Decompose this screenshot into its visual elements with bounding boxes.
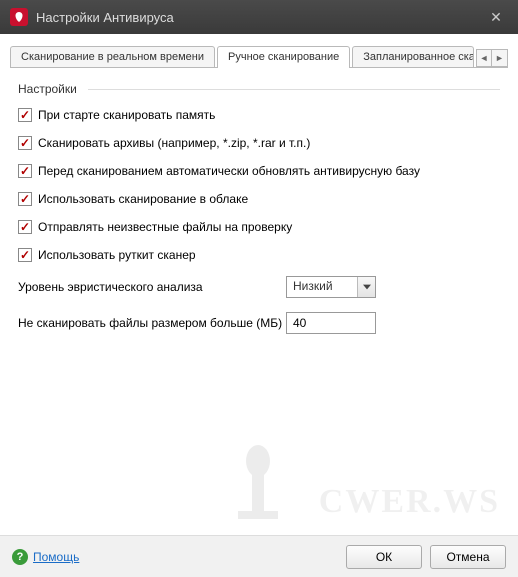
close-button[interactable]: ✕ — [484, 5, 508, 29]
checkbox-scan-memory[interactable] — [18, 108, 32, 122]
ok-button[interactable]: ОК — [346, 545, 422, 569]
tab-scheduled-scan[interactable]: Запланированное сканиров — [352, 46, 474, 67]
check-row-rootkit: Использовать руткит сканер — [18, 248, 500, 262]
label-scan-archives: Сканировать архивы (например, *.zip, *.r… — [38, 136, 310, 150]
tabs-row: Сканирование в реальном времени Ручное с… — [10, 42, 508, 68]
help-link[interactable]: ? Помощь — [12, 549, 79, 565]
select-heuristic-wrap: Низкий — [286, 276, 376, 298]
tab-scroll-right-button[interactable]: ► — [492, 49, 508, 67]
label-submit-unknown: Отправлять неизвестные файлы на проверку — [38, 220, 292, 234]
window-title: Настройки Антивируса — [36, 10, 484, 25]
content-area: Сканирование в реальном времени Ручное с… — [0, 34, 518, 535]
tab-scroll-controls: ◄ ► — [476, 49, 508, 67]
check-row-scan-memory: При старте сканировать память — [18, 108, 500, 122]
check-row-update-db: Перед сканированием автоматически обновл… — [18, 164, 500, 178]
label-cloud-scan: Использовать сканирование в облаке — [38, 192, 248, 206]
label-max-file-size: Не сканировать файлы размером больше (МБ… — [18, 316, 286, 330]
settings-pane: Настройки При старте сканировать память … — [10, 68, 508, 356]
row-heuristic-level: Уровень эвристического анализа Низкий — [18, 276, 500, 298]
cancel-button[interactable]: Отмена — [430, 545, 506, 569]
help-icon: ? — [12, 549, 28, 565]
tab-realtime-scan[interactable]: Сканирование в реальном времени — [10, 46, 215, 67]
label-heuristic-level: Уровень эвристического анализа — [18, 280, 286, 294]
label-update-db: Перед сканированием автоматически обновл… — [38, 164, 420, 178]
group-label: Настройки — [18, 82, 500, 96]
tab-scroll-left-button[interactable]: ◄ — [476, 49, 492, 67]
input-max-file-size[interactable] — [286, 312, 376, 334]
footer: ? Помощь ОК Отмена — [0, 535, 518, 577]
check-row-cloud-scan: Использовать сканирование в облаке — [18, 192, 500, 206]
checkbox-scan-archives[interactable] — [18, 136, 32, 150]
label-rootkit: Использовать руткит сканер — [38, 248, 196, 262]
checkbox-update-db[interactable] — [18, 164, 32, 178]
label-scan-memory: При старте сканировать память — [38, 108, 215, 122]
row-max-file-size: Не сканировать файлы размером больше (МБ… — [18, 312, 500, 334]
app-logo-icon — [10, 8, 28, 26]
check-row-scan-archives: Сканировать архивы (например, *.zip, *.r… — [18, 136, 500, 150]
titlebar: Настройки Антивируса ✕ — [0, 0, 518, 34]
check-row-submit-unknown: Отправлять неизвестные файлы на проверку — [18, 220, 500, 234]
checkbox-rootkit[interactable] — [18, 248, 32, 262]
checkbox-submit-unknown[interactable] — [18, 220, 32, 234]
checkbox-cloud-scan[interactable] — [18, 192, 32, 206]
tab-manual-scan[interactable]: Ручное сканирование — [217, 46, 350, 68]
select-heuristic-level[interactable]: Низкий — [286, 276, 376, 298]
help-text: Помощь — [33, 550, 79, 564]
